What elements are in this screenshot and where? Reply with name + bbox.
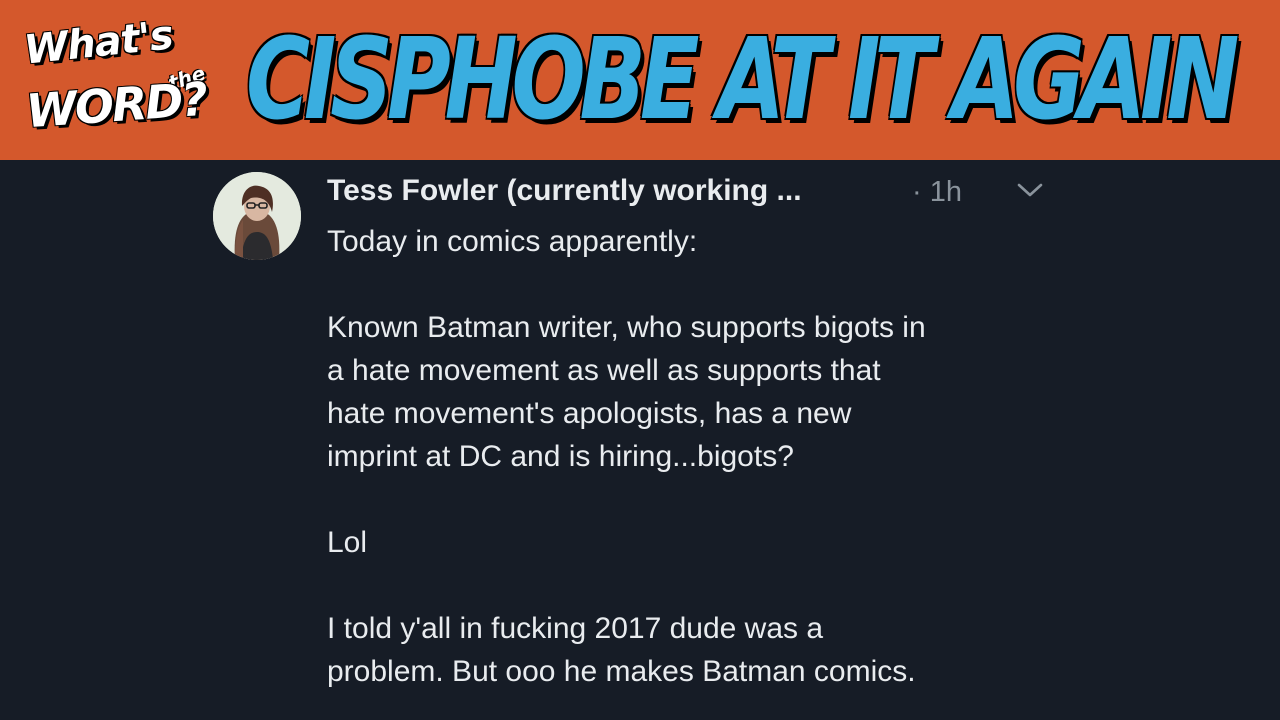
tweet-text-line: hate movement's apologists, has a new — [327, 397, 852, 430]
tweet-body: Today in comics apparently: Known Batman… — [327, 220, 1067, 693]
profile-photo-icon — [213, 172, 301, 260]
banner-headline: CISPHOBE AT IT AGAIN — [246, 15, 1239, 145]
tweet-text-line: imprint at DC and is hiring...bigots? — [327, 440, 794, 473]
logo-text-whats: What's — [22, 12, 175, 74]
tweet-text-line: Lol — [327, 526, 368, 559]
whats-the-word-logo: What's the WORD? — [18, 12, 208, 144]
logo-text-word: WORD? — [24, 71, 208, 139]
tweet-text-line: Today in comics apparently: — [327, 225, 698, 258]
tweet-text-line: Known Batman writer, who supports bigots… — [327, 311, 926, 344]
tweet-text-line: I told y'all in fucking 2017 dude was a — [327, 612, 824, 645]
chevron-down-icon[interactable] — [1015, 180, 1045, 200]
video-banner: What's the WORD? CISPHOBE AT IT AGAIN — [0, 0, 1280, 160]
avatar[interactable] — [213, 172, 301, 260]
tweet-author[interactable]: Tess Fowler (currently working ... — [327, 174, 802, 208]
tweet-time[interactable]: · 1h — [912, 176, 962, 209]
tweet-text-line: problem. But ooo he makes Batman comics. — [327, 655, 916, 688]
tweet: Tess Fowler (currently working ... · 1h … — [0, 160, 1280, 720]
tweet-text-line: a hate movement as well as supports that — [327, 354, 881, 387]
